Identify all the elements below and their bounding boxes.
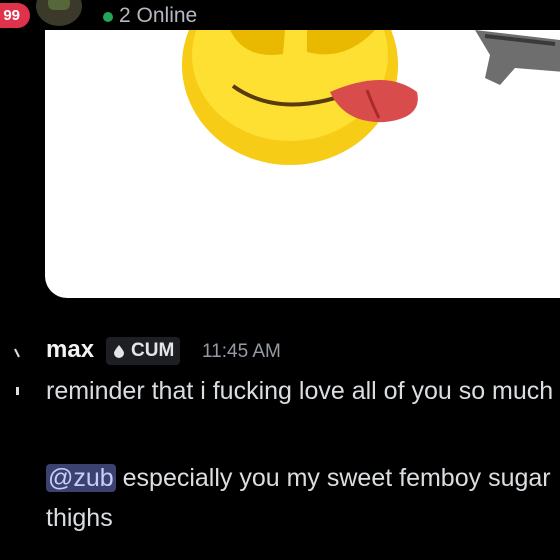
message-text-mention: @zub especially you my sweet femboy suga…	[46, 458, 556, 538]
role-tag-label: CUM	[131, 340, 175, 361]
message-author[interactable]: max	[46, 336, 94, 364]
emoji-image	[182, 30, 560, 165]
chat-view: 99 2 Online max CUM 11:45 AM reminder th…	[0, 0, 560, 560]
droplet-icon	[114, 345, 124, 358]
role-tag[interactable]: CUM	[106, 337, 181, 365]
online-dot-icon	[103, 12, 113, 22]
avatar-edge-icon	[16, 387, 19, 395]
message-timestamp: 11:45 AM	[202, 341, 281, 362]
message-text: reminder that i fucking love all of you …	[46, 377, 554, 405]
notification-count: 99	[3, 7, 20, 24]
message-text-rest: especially you my sweet femboy sugar thi…	[46, 464, 551, 532]
avatar-image	[48, 0, 70, 10]
notification-badge[interactable]: 99	[0, 3, 30, 28]
user-mention[interactable]: @zub	[46, 464, 116, 492]
reply-line-icon	[14, 348, 20, 358]
server-avatar[interactable]	[36, 0, 82, 26]
online-count: 2 Online	[119, 4, 198, 27]
image-attachment[interactable]	[45, 30, 560, 298]
gun-icon	[475, 30, 560, 85]
